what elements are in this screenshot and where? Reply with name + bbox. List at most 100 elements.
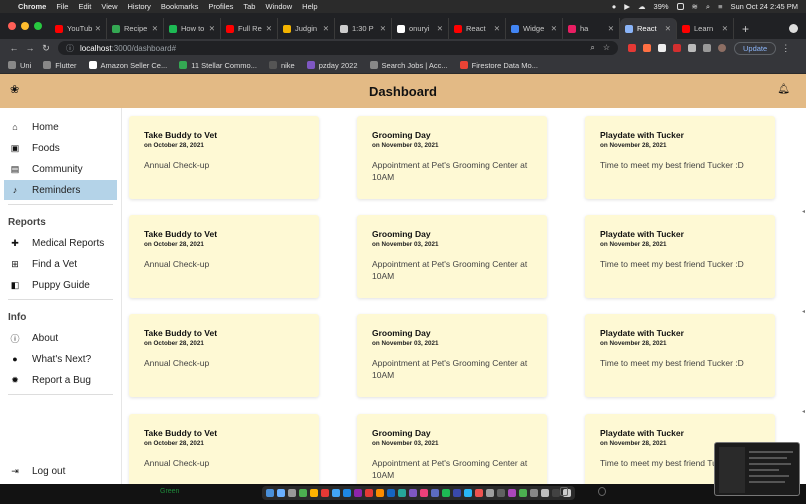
sidebar-item-whats-next[interactable]: ● What's Next? — [4, 349, 117, 369]
back-arrow-icon[interactable]: ← — [6, 43, 22, 53]
menu-file[interactable]: File — [56, 2, 68, 11]
tab-close-icon[interactable]: ✕ — [608, 24, 614, 33]
menu-edit[interactable]: Edit — [78, 2, 91, 11]
more-menu-icon[interactable]: ⋮ — [781, 43, 790, 54]
profile-avatar-icon[interactable] — [718, 44, 726, 52]
sidebar-item-about[interactable]: ⓘ About — [4, 328, 117, 348]
browser-tab[interactable]: ha ✕ — [563, 18, 620, 39]
dock-app-icon[interactable] — [321, 489, 329, 497]
browser-tab[interactable]: YouTub ✕ — [50, 18, 107, 39]
new-tab-button[interactable]: + — [742, 18, 749, 39]
wifi-icon[interactable]: ≋ — [692, 2, 698, 11]
menu-window[interactable]: Window — [265, 2, 292, 11]
sidebar-item-home[interactable]: ⌂ Home — [4, 117, 117, 137]
zoom-icon[interactable]: ⌕ — [590, 43, 594, 53]
document-icon[interactable] — [560, 487, 568, 496]
dock-app-icon[interactable] — [541, 489, 549, 497]
dock-app-icon[interactable] — [420, 489, 428, 497]
dock-app-icon[interactable] — [486, 489, 494, 497]
spotlight-icon[interactable]: ⌕ — [706, 2, 710, 12]
reminder-card[interactable]: Take Buddy to Vet on October 28, 2021 Annu… — [129, 215, 319, 298]
browser-tab[interactable]: Judgin ✕ — [278, 18, 335, 39]
browser-tab[interactable]: Recipe ✕ — [107, 18, 164, 39]
address-bar[interactable]: ⓘ localhost :3000/dashboard# ⌕ ☆ — [58, 41, 618, 55]
bookmark-item[interactable]: Flutter — [43, 61, 77, 70]
downloads-icon[interactable] — [598, 487, 606, 496]
bookmark-item[interactable]: nike — [268, 61, 295, 70]
menu-profiles[interactable]: Profiles — [208, 2, 233, 11]
reminder-card[interactable]: Grooming Day on November 03, 2021 Appointm… — [357, 116, 547, 199]
dock-app-icon[interactable] — [464, 489, 472, 497]
sidebar-item-reminders[interactable]: ♪ Reminders — [4, 180, 117, 200]
logout-button[interactable]: ⇥ Log out — [4, 461, 118, 481]
sidebar-item-foods[interactable]: ▣ Foods — [4, 138, 117, 158]
dock-app-icon[interactable] — [431, 489, 439, 497]
site-info-icon[interactable]: ⓘ — [66, 43, 74, 54]
reminder-card[interactable]: Take Buddy to Vet on October 28, 2021 Annu… — [129, 414, 319, 484]
browser-tab[interactable]: How to ✕ — [164, 18, 221, 39]
cloud-icon[interactable]: ☁ — [638, 2, 646, 11]
menu-history[interactable]: History — [128, 2, 151, 11]
puzzle-extensions-icon[interactable] — [688, 44, 696, 52]
sidebar-item-puppy-guide[interactable]: ◧ Puppy Guide — [4, 275, 117, 295]
reminder-card[interactable]: Grooming Day on November 03, 2021 Appointm… — [357, 414, 547, 484]
sidebar-item-find-a-vet[interactable]: ⊞ Find a Vet — [4, 254, 117, 274]
dock-app-icon[interactable] — [266, 489, 274, 497]
browser-tab[interactable]: Full Re ✕ — [221, 18, 278, 39]
bookmark-item[interactable]: pzday 2022 — [306, 61, 358, 70]
bookmark-item[interactable]: 11 Stellar Commo... — [179, 61, 257, 70]
dock-app-icon[interactable] — [409, 489, 417, 497]
tab-close-icon[interactable]: ✕ — [551, 24, 557, 33]
dock-app-icon[interactable] — [475, 489, 483, 497]
update-button[interactable]: Update — [734, 41, 777, 55]
tab-close-icon[interactable]: ✕ — [437, 24, 443, 33]
dock-app-icon[interactable] — [343, 489, 351, 497]
dock-app-icon[interactable] — [354, 489, 362, 497]
browser-tab[interactable]: onuryi ✕ — [392, 18, 449, 39]
battery-icon[interactable] — [676, 3, 684, 10]
dock-app-icon[interactable] — [387, 489, 395, 497]
dock-app-icon[interactable] — [376, 489, 384, 497]
dock-app-icon[interactable] — [508, 489, 516, 497]
reminder-card[interactable]: Playdate with Tucker on November 28, 2021… — [585, 215, 775, 298]
dock-app-icon[interactable] — [552, 489, 560, 497]
record-icon[interactable]: ● — [612, 2, 617, 11]
dock-app-icon[interactable] — [398, 489, 406, 497]
tab-close-icon[interactable]: ✕ — [266, 24, 272, 33]
notification-bell-icon[interactable]: 🔔︎ — [777, 84, 790, 95]
menu-tab[interactable]: Tab — [243, 2, 255, 11]
menu-help[interactable]: Help — [302, 2, 317, 11]
tab-close-icon[interactable]: ✕ — [722, 24, 728, 33]
reminder-card[interactable]: Take Buddy to Vet on October 28, 2021 Annu… — [129, 116, 319, 199]
bookmark-item[interactable]: Amazon Seller Ce... — [88, 61, 167, 70]
reload-icon[interactable]: ↻ — [38, 43, 54, 54]
menu-bookmarks[interactable]: Bookmarks — [161, 2, 199, 11]
dock-app-icon[interactable] — [497, 489, 505, 497]
dock-app-icon[interactable] — [310, 489, 318, 497]
paw-logo-icon[interactable]: ❀ — [10, 83, 19, 96]
reminder-card[interactable]: Take Buddy to Vet on October 28, 2021 Annu… — [129, 314, 319, 397]
reminder-card[interactable]: Grooming Day on November 03, 2021 Appointm… — [357, 314, 547, 397]
extension-icon[interactable] — [673, 44, 681, 52]
browser-tab[interactable]: Learn ✕ — [677, 18, 734, 39]
reminder-card[interactable]: Grooming Day on November 03, 2021 Appointm… — [357, 215, 547, 298]
browser-tab[interactable]: React ✕ — [620, 18, 677, 39]
maximize-window-icon[interactable] — [34, 22, 42, 30]
menu-view[interactable]: View — [101, 2, 117, 11]
tab-close-icon[interactable]: ✕ — [494, 24, 500, 33]
tab-search-button[interactable] — [789, 18, 798, 39]
dock-app-icon[interactable] — [332, 489, 340, 497]
dock-app-icon[interactable] — [365, 489, 373, 497]
minimize-window-icon[interactable] — [21, 22, 29, 30]
sidebar-item-report-a-bug[interactable]: ✹ Report a Bug — [4, 370, 117, 390]
play-icon[interactable]: ▶ — [624, 2, 630, 11]
browser-tab[interactable]: 1:30 P ✕ — [335, 18, 392, 39]
reminder-card[interactable]: Playdate with Tucker on November 28, 2021… — [585, 314, 775, 397]
tab-close-icon[interactable]: ✕ — [95, 24, 101, 33]
sidebar-item-medical-reports[interactable]: ✚ Medical Reports — [4, 233, 117, 253]
browser-tab[interactable]: Widge ✕ — [506, 18, 563, 39]
dock-app-icon[interactable] — [519, 489, 527, 497]
extension-icon[interactable] — [643, 44, 651, 52]
menubar-app-name[interactable]: Chrome — [18, 2, 46, 11]
extension-icon[interactable] — [628, 44, 636, 52]
